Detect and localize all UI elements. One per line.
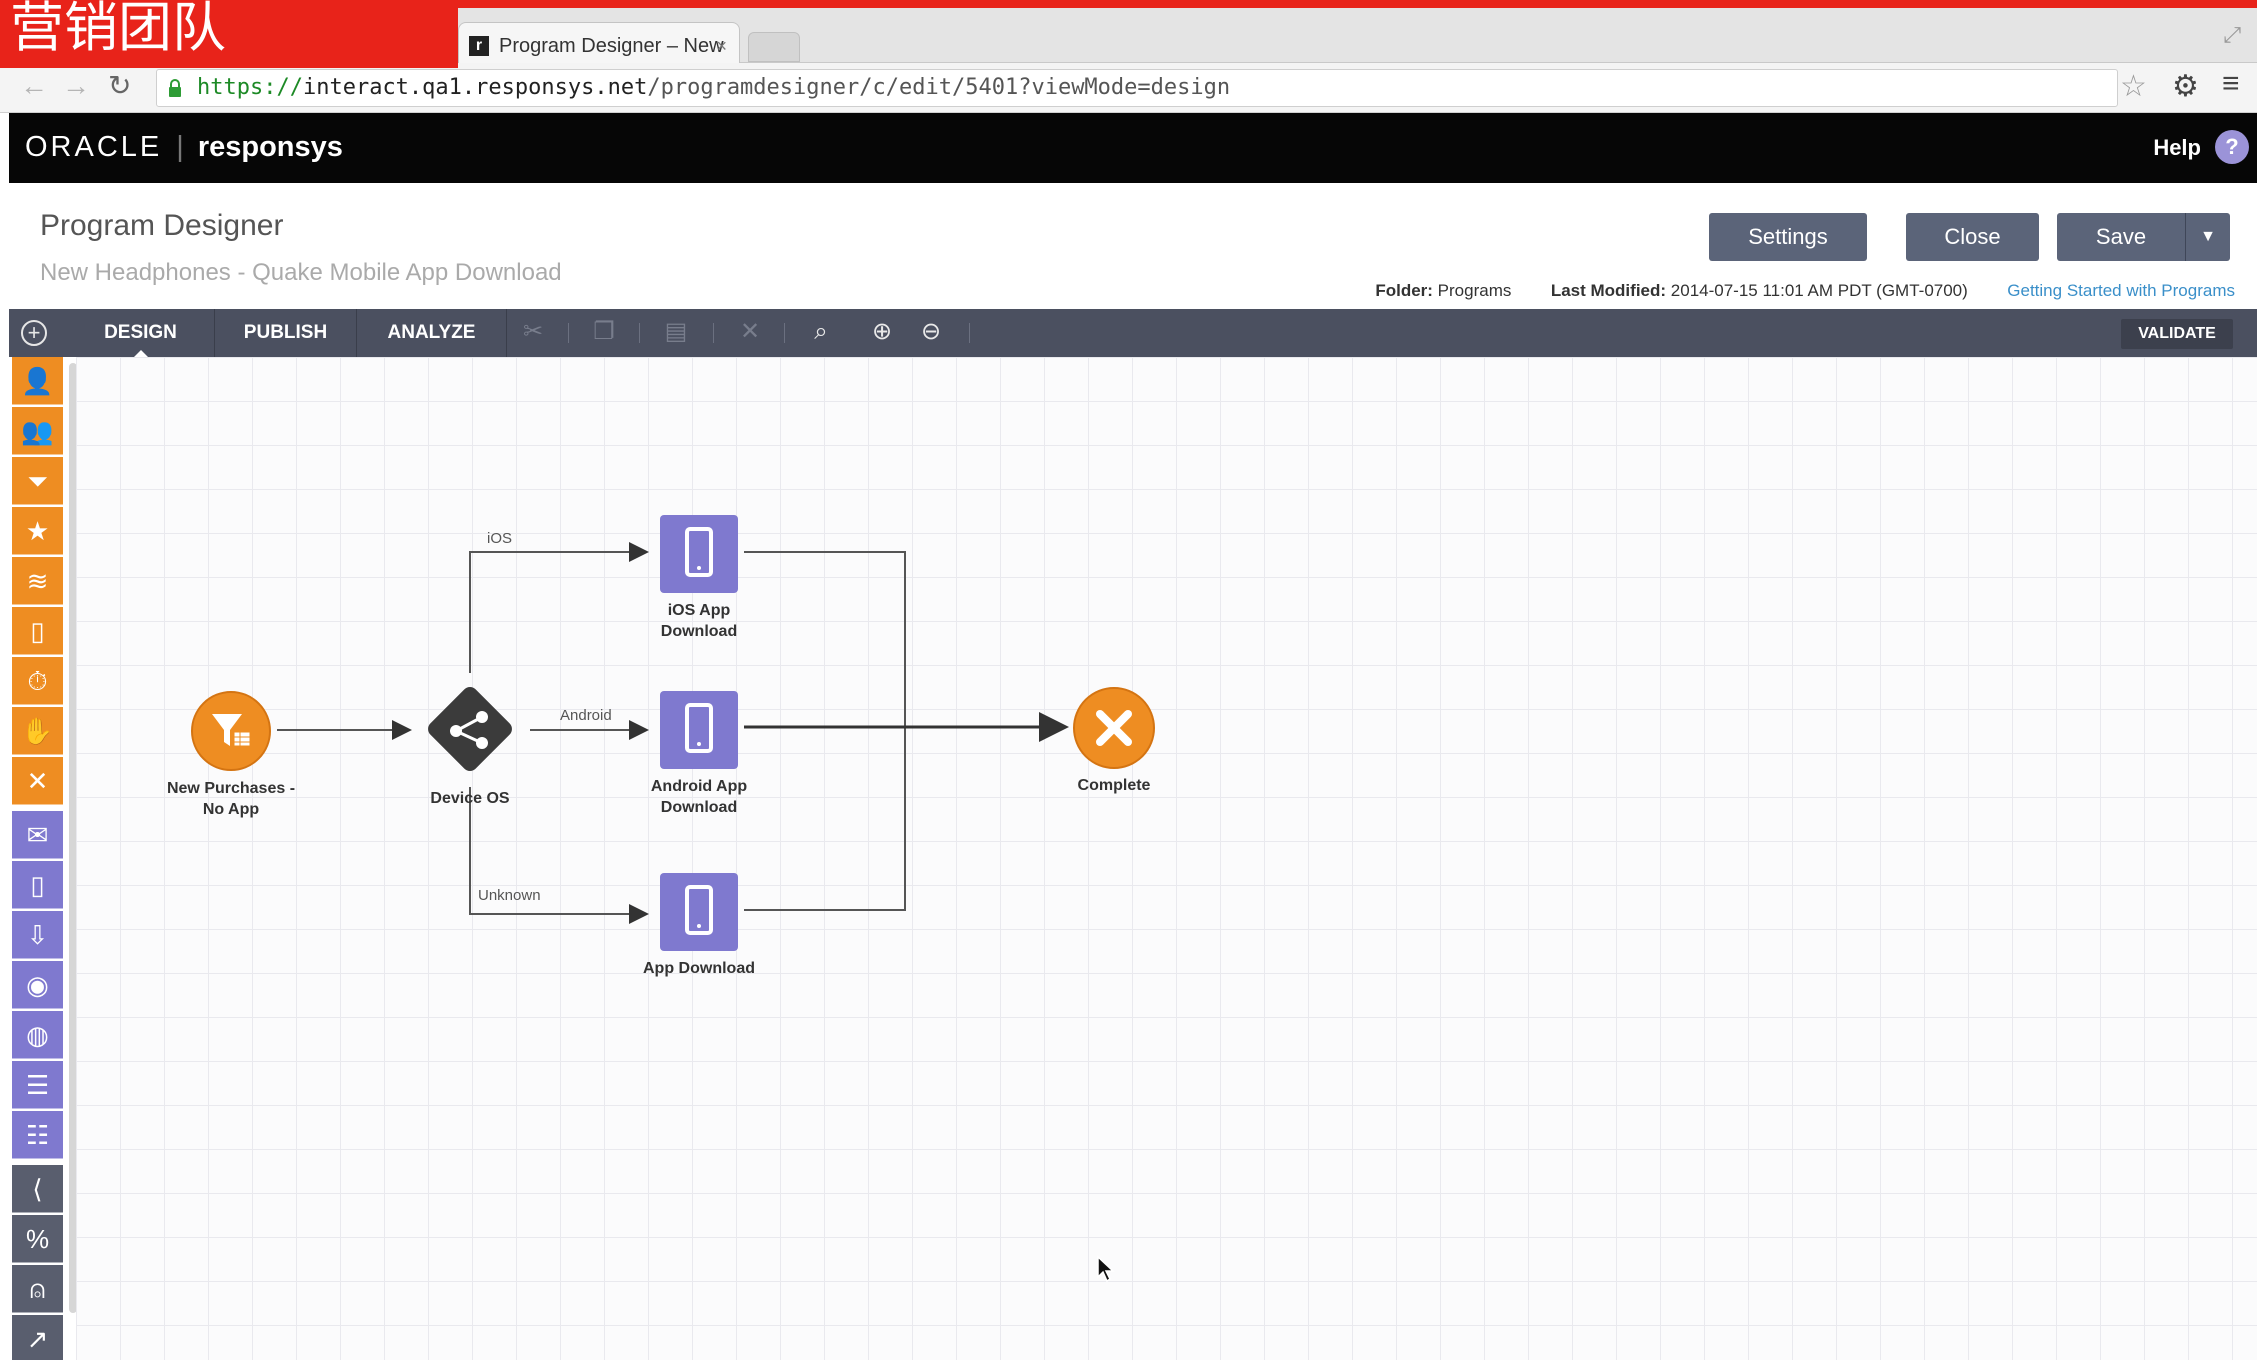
phone-icon[interactable]: ▯ <box>12 861 63 909</box>
mobile-icon[interactable] <box>658 871 740 953</box>
url-scheme: https:// <box>197 75 303 100</box>
brand-oracle: ORACLE <box>25 131 163 163</box>
node-label-unknown: App Download <box>643 960 755 977</box>
hand-icon[interactable]: ✋ <box>12 707 63 755</box>
save-dropdown-button[interactable]: ▼ <box>2185 213 2230 261</box>
edge-ios <box>469 542 649 673</box>
url-host: interact.qa1.responsys.net <box>302 75 648 100</box>
bookmark-star-icon[interactable]: ☆ <box>2120 69 2147 104</box>
edge-label-android: Android <box>560 707 612 724</box>
favicon-icon: r <box>469 36 489 56</box>
expand-icon[interactable]: ⤢ <box>2223 22 2241 48</box>
mobile-icon[interactable] <box>658 689 740 771</box>
settings-button[interactable]: Settings <box>1709 213 1867 261</box>
zoom-in-icon[interactable]: ⊕ <box>867 317 897 347</box>
modified-value: 2014-07-15 11:01 AM PDT (GMT-0700) <box>1670 281 1968 300</box>
form-alt-icon[interactable]: ☷ <box>12 1111 63 1159</box>
design-canvas[interactable]: iOS Android Unknown New Purchases - No A… <box>76 357 2257 1360</box>
edge-ios-complete <box>744 551 906 727</box>
split-icon[interactable]: ⟨ <box>12 1165 63 1213</box>
lock-icon <box>169 79 181 97</box>
forward-icon[interactable]: → <box>62 71 90 101</box>
node-label-switch: Device OS <box>430 790 510 807</box>
split-icon[interactable] <box>416 675 524 783</box>
folder-label: Folder: <box>1375 281 1433 300</box>
node-label-start: New Purchases - No App <box>166 780 296 818</box>
brand-logo[interactable]: ORACLE | responsys <box>25 131 343 164</box>
url-path: /programdesigner/c/edit/5401?viewMode=de… <box>647 75 1231 100</box>
filter-icon[interactable] <box>190 690 272 772</box>
filter-icon[interactable]: ⏷ <box>12 457 63 505</box>
person-icon[interactable]: 👤 <box>12 357 63 405</box>
mouse-cursor-icon <box>1097 1255 1115 1283</box>
close-icon[interactable] <box>1072 686 1156 770</box>
brand-separator: | <box>176 131 184 163</box>
watermark-label: 营销团队 <box>0 0 458 68</box>
flow-connectors <box>277 542 1069 924</box>
node-label-ios: iOS App Download <box>660 602 738 640</box>
modified-label: Last Modified: <box>1550 281 1667 300</box>
badge-icon[interactable]: ⍝ <box>12 1265 63 1313</box>
tab-analyze[interactable]: ANALYZE <box>357 309 507 357</box>
mobile-icon[interactable] <box>658 513 740 595</box>
percent-icon[interactable]: % <box>12 1215 63 1263</box>
activity-palette: 👤 👥 ⏷ ★ ≋ ▯ ⏱ ✋ ✕ ✉ ▯ ⇩ ◉ ◍ ☰ ☷ ⟨ % ⍝ ↗ <box>9 357 77 1360</box>
copy-icon[interactable]: ❐ <box>589 317 619 347</box>
database-icon[interactable]: ◍ <box>12 1011 63 1059</box>
folder-value: Programs <box>1437 281 1512 300</box>
getting-started-link[interactable]: Getting Started with Programs <box>2007 281 2235 300</box>
tab-publish[interactable]: PUBLISH <box>215 309 357 357</box>
edge-label-ios: iOS <box>487 530 513 547</box>
wifi-icon[interactable]: ≋ <box>12 557 63 605</box>
zoom-fit-icon[interactable]: ⌕ <box>806 317 836 347</box>
brand-product: responsys <box>197 131 343 163</box>
browser-toolbar: ← → ↻ https://interact.qa1.responsys.net… <box>0 63 2257 113</box>
data-icon[interactable]: ◉ <box>12 961 63 1009</box>
tab-design[interactable]: DESIGN <box>67 309 215 357</box>
close-button[interactable]: Close <box>1906 213 2039 261</box>
mobile-icon[interactable]: ▯ <box>12 607 63 655</box>
design-toolbar: + DESIGN PUBLISH ANALYZE ✂ ❐ ▤ ✕ ⌕ ⊕ ⊖ V… <box>9 309 2257 357</box>
add-icon[interactable]: + <box>21 320 47 346</box>
trend-icon[interactable]: ↗ <box>12 1315 63 1360</box>
reload-icon[interactable]: ↻ <box>108 71 131 101</box>
new-tab-button[interactable] <box>748 32 800 62</box>
star-icon[interactable]: ★ <box>12 507 63 555</box>
close-icon[interactable]: ✕ <box>12 757 63 805</box>
program-meta: Folder: Programs Last Modified: 2014-07-… <box>9 281 2235 301</box>
cut-icon[interactable]: ✂ <box>518 317 548 347</box>
gear-icon[interactable]: ⚙ <box>2172 69 2199 104</box>
edge-unknown-complete <box>744 727 906 911</box>
email-icon[interactable]: ✉ <box>12 811 63 859</box>
validate-button[interactable]: VALIDATE <box>2121 319 2233 349</box>
back-icon[interactable]: ← <box>20 71 48 101</box>
timer-icon[interactable]: ⏱ <box>12 657 63 705</box>
tab-title: Program Designer – New <box>499 35 724 57</box>
menu-icon[interactable]: ≡ <box>2222 67 2240 101</box>
page-title: Program Designer <box>40 209 284 242</box>
app-header: ORACLE | responsys Help ? <box>9 113 2257 183</box>
edge-label-unknown: Unknown <box>478 887 541 904</box>
zoom-out-icon[interactable]: ⊖ <box>916 317 946 347</box>
node-label-android: Android App Download <box>650 778 748 816</box>
delete-icon[interactable]: ✕ <box>735 317 765 347</box>
page-title-area: Program Designer New Headphones - Quake … <box>9 183 2257 309</box>
paste-icon[interactable]: ▤ <box>661 317 691 347</box>
node-label-complete: Complete <box>1077 777 1151 794</box>
address-bar[interactable]: https://interact.qa1.responsys.net/progr… <box>156 69 2118 107</box>
help-icon[interactable]: ? <box>2215 130 2249 164</box>
help-link[interactable]: Help <box>2153 135 2201 161</box>
download-icon[interactable]: ⇩ <box>12 911 63 959</box>
save-button[interactable]: Save <box>2057 213 2185 261</box>
person-add-icon[interactable]: 👥 <box>12 407 63 455</box>
form-icon[interactable]: ☰ <box>12 1061 63 1109</box>
